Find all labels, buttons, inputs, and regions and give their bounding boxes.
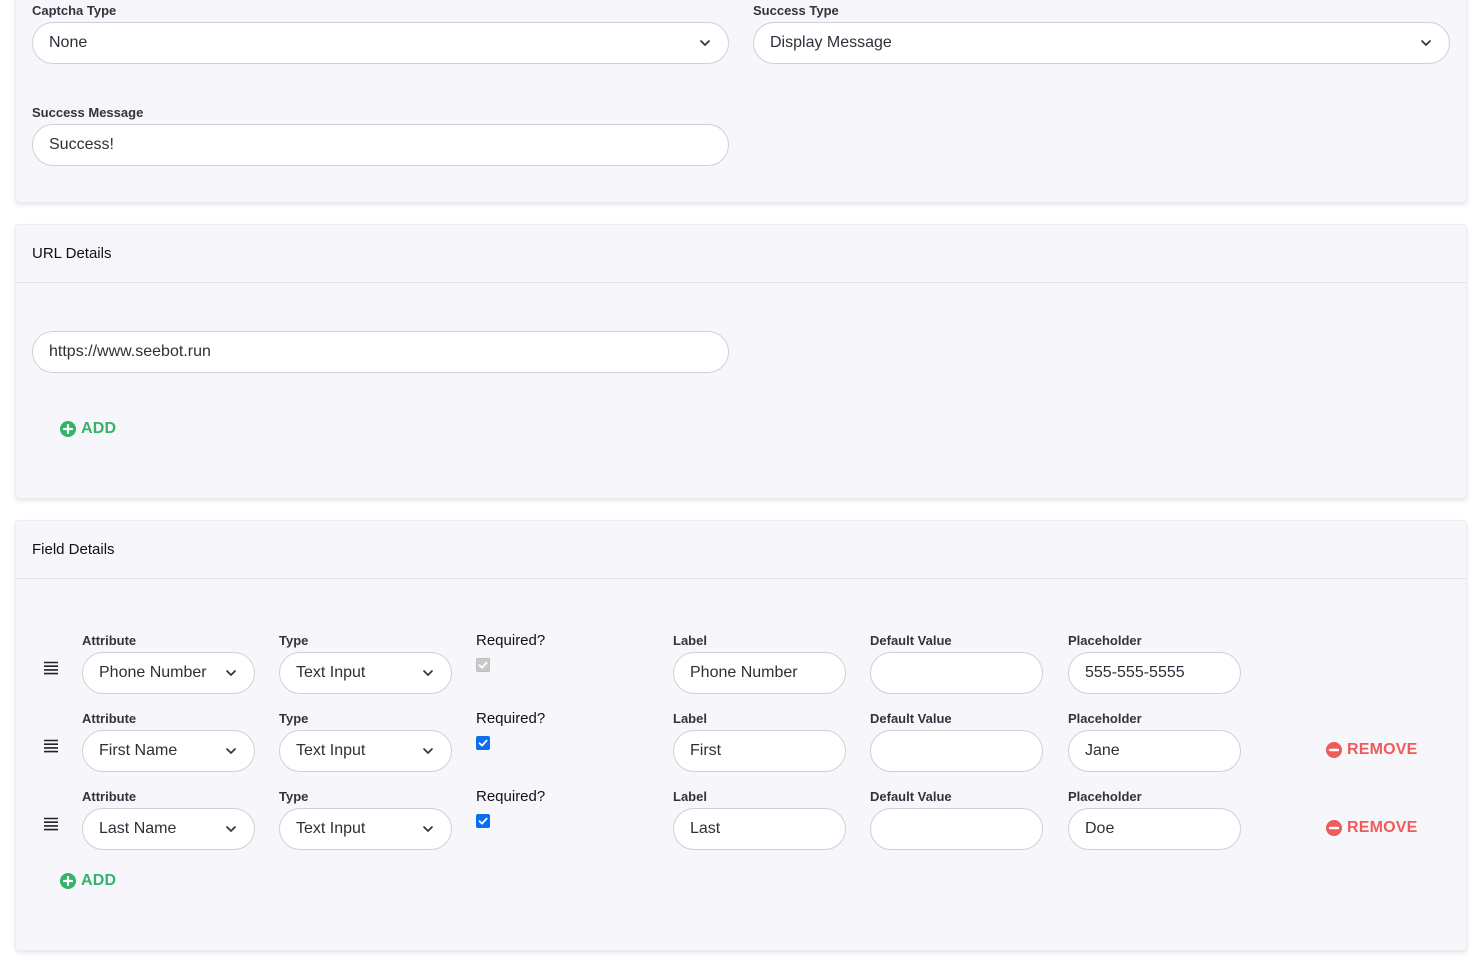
add-field-button[interactable]: ADD xyxy=(60,872,116,890)
attribute-select[interactable]: Last Name xyxy=(82,808,255,850)
type-label: Type xyxy=(279,711,309,726)
required-checkbox[interactable] xyxy=(476,814,490,828)
placeholder-input[interactable]: Doe xyxy=(1068,808,1241,850)
chevron-down-icon xyxy=(1421,40,1431,46)
default-value-input[interactable] xyxy=(870,652,1043,694)
placeholder-label: Placeholder xyxy=(1068,789,1142,804)
default-value-label: Default Value xyxy=(870,789,952,804)
type-select[interactable]: Text Input xyxy=(279,808,452,850)
label-value: First xyxy=(690,742,722,759)
label-input[interactable]: First xyxy=(673,730,846,772)
form-settings-card: Captcha Type None Success Type Display M… xyxy=(15,0,1467,203)
plus-circle-icon xyxy=(60,873,76,889)
default-value-label: Default Value xyxy=(870,711,952,726)
placeholder-value: 555-555-5555 xyxy=(1085,664,1185,681)
type-label: Type xyxy=(279,633,309,648)
placeholder-input[interactable]: 555-555-5555 xyxy=(1068,652,1241,694)
captcha-type-select[interactable]: None xyxy=(32,22,729,64)
attribute-label: Attribute xyxy=(82,633,137,648)
placeholder-label: Placeholder xyxy=(1068,633,1142,648)
plus-circle-icon xyxy=(60,421,76,437)
field-details-title: Field Details xyxy=(16,521,1466,579)
url-details-title: URL Details xyxy=(16,225,1466,283)
placeholder-value: Doe xyxy=(1085,820,1115,837)
required-checkbox xyxy=(476,658,490,672)
url-input[interactable]: https://www.seebot.run xyxy=(32,331,729,373)
success-type-label: Success Type xyxy=(753,3,839,18)
drag-handle-icon[interactable] xyxy=(44,817,58,831)
success-message-value: Success! xyxy=(49,136,114,153)
default-value-input[interactable] xyxy=(870,808,1043,850)
check-icon xyxy=(478,661,488,669)
attribute-select[interactable]: First Name xyxy=(82,730,255,772)
captcha-type-value: None xyxy=(49,34,88,51)
label-value: Last xyxy=(690,820,721,837)
check-icon xyxy=(478,817,488,825)
url-details-card: URL Details https://www.seebot.run ADD xyxy=(15,224,1467,499)
chevron-down-icon xyxy=(226,670,236,676)
label-value: Phone Number xyxy=(690,664,798,681)
attribute-value: Last Name xyxy=(99,820,177,837)
required-checkbox[interactable] xyxy=(476,736,490,750)
chevron-down-icon xyxy=(226,826,236,832)
attribute-value: First Name xyxy=(99,742,178,759)
success-type-select[interactable]: Display Message xyxy=(753,22,1450,64)
placeholder-label: Placeholder xyxy=(1068,711,1142,726)
type-value: Text Input xyxy=(296,742,366,759)
type-value: Text Input xyxy=(296,664,366,681)
label-input[interactable]: Last xyxy=(673,808,846,850)
label-input[interactable]: Phone Number xyxy=(673,652,846,694)
required-label: Required? xyxy=(476,710,546,727)
required-label: Required? xyxy=(476,632,546,649)
attribute-label: Attribute xyxy=(82,711,137,726)
chevron-down-icon xyxy=(700,40,710,46)
drag-handle-icon[interactable] xyxy=(44,739,58,753)
type-select[interactable]: Text Input xyxy=(279,652,452,694)
minus-circle-icon xyxy=(1326,742,1342,758)
chevron-down-icon xyxy=(226,748,236,754)
chevron-down-icon xyxy=(423,748,433,754)
field-details-card: Field Details Attribute Phone Number Typ… xyxy=(15,520,1467,951)
add-field-label: ADD xyxy=(81,872,117,889)
remove-label: REMOVE xyxy=(1347,741,1418,758)
attribute-label: Attribute xyxy=(82,789,137,804)
type-select[interactable]: Text Input xyxy=(279,730,452,772)
default-value-input[interactable] xyxy=(870,730,1043,772)
attribute-select[interactable]: Phone Number xyxy=(82,652,255,694)
captcha-type-label: Captcha Type xyxy=(32,3,117,18)
label-label: Label xyxy=(673,789,707,804)
success-message-input[interactable]: Success! xyxy=(32,124,729,166)
check-icon xyxy=(478,739,488,747)
url-value: https://www.seebot.run xyxy=(49,343,211,360)
success-type-value: Display Message xyxy=(770,34,892,51)
attribute-value: Phone Number xyxy=(99,664,207,681)
placeholder-value: Jane xyxy=(1085,742,1120,759)
remove-field-button[interactable]: REMOVE xyxy=(1326,741,1418,759)
minus-circle-icon xyxy=(1326,820,1342,836)
type-value: Text Input xyxy=(296,820,366,837)
chevron-down-icon xyxy=(423,670,433,676)
type-label: Type xyxy=(279,789,309,804)
remove-field-button[interactable]: REMOVE xyxy=(1326,819,1418,837)
remove-label: REMOVE xyxy=(1347,819,1418,836)
default-value-label: Default Value xyxy=(870,633,952,648)
label-label: Label xyxy=(673,633,707,648)
required-label: Required? xyxy=(476,788,546,805)
label-label: Label xyxy=(673,711,707,726)
add-url-label: ADD xyxy=(81,420,117,437)
placeholder-input[interactable]: Jane xyxy=(1068,730,1241,772)
chevron-down-icon xyxy=(423,826,433,832)
success-message-label: Success Message xyxy=(32,105,144,120)
add-url-button[interactable]: ADD xyxy=(60,420,116,438)
drag-handle-icon[interactable] xyxy=(44,661,58,675)
